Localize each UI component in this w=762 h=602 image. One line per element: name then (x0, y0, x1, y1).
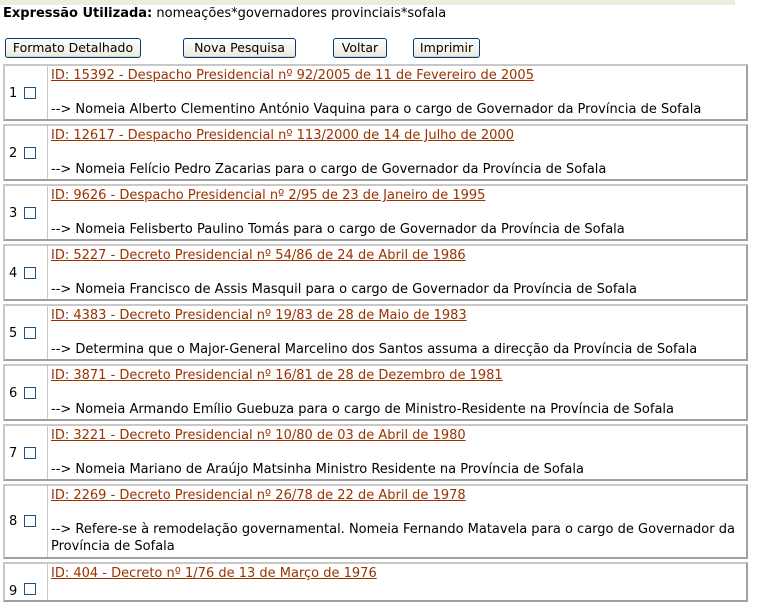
result-number: 6 (9, 386, 18, 401)
result-title-link[interactable]: ID: 2269 - Decreto Presidencial nº 26/78… (51, 488, 466, 503)
result-title-link[interactable]: ID: 12617 - Despacho Presidencial nº 113… (51, 128, 514, 143)
result-content: ID: 12617 - Despacho Presidencial nº 113… (47, 126, 746, 179)
top-bar (0, 0, 735, 5)
result-checkbox[interactable] (24, 447, 36, 459)
search-expression-label: Expressão Utilizada: (3, 6, 153, 21)
result-title-link[interactable]: ID: 404 - Decreto nº 1/76 de 13 de Março… (51, 566, 377, 581)
result-checkbox[interactable] (24, 267, 36, 279)
result-title-link[interactable]: ID: 3221 - Decreto Presidencial nº 10/80… (51, 428, 466, 443)
result-row: 3 ID: 9626 - Despacho Presidencial nº 2/… (3, 184, 748, 241)
result-description: --> Nomeia Mariano de Araújo Matsinha Mi… (51, 462, 584, 477)
result-number: 9 (9, 584, 18, 599)
result-description: --> Refere-se à remodelação governamenta… (51, 522, 735, 554)
back-button[interactable]: Voltar (333, 38, 387, 58)
result-row: 7 ID: 3221 - Decreto Presidencial nº 10/… (3, 424, 748, 481)
result-row: 9 ID: 404 - Decreto nº 1/76 de 13 de Mar… (3, 562, 748, 602)
result-checkbox[interactable] (24, 387, 36, 399)
result-number: 8 (9, 514, 18, 529)
result-content: ID: 5227 - Decreto Presidencial nº 54/86… (47, 246, 746, 299)
detailed-format-button[interactable]: Formato Detalhado (5, 38, 141, 58)
search-expression: Expressão Utilizada: nomeações*governado… (3, 6, 446, 21)
result-description: --> Nomeia Alberto Clementino António Va… (51, 102, 702, 117)
result-row: 2 ID: 12617 - Despacho Presidencial nº 1… (3, 124, 748, 181)
result-checkbox[interactable] (24, 87, 36, 99)
result-content: ID: 15392 - Despacho Presidencial nº 92/… (47, 66, 746, 119)
print-button[interactable]: Imprimir (413, 38, 480, 58)
result-title-link[interactable]: ID: 15392 - Despacho Presidencial nº 92/… (51, 68, 534, 83)
result-checkbox[interactable] (24, 327, 36, 339)
result-content: ID: 4383 - Decreto Presidencial nº 19/83… (47, 306, 746, 359)
result-number: 4 (9, 266, 18, 281)
result-number: 5 (9, 326, 18, 341)
search-expression-value: nomeações*governadores provinciais*sofal… (156, 6, 447, 21)
result-row: 5 ID: 4383 - Decreto Presidencial nº 19/… (3, 304, 748, 361)
result-row: 8 ID: 2269 - Decreto Presidencial nº 26/… (3, 484, 748, 559)
result-content: ID: 3871 - Decreto Presidencial nº 16/81… (47, 366, 746, 419)
result-title-link[interactable]: ID: 5227 - Decreto Presidencial nº 54/86… (51, 248, 466, 263)
result-row: 6 ID: 3871 - Decreto Presidencial nº 16/… (3, 364, 748, 421)
result-number: 7 (9, 446, 18, 461)
result-row: 1 ID: 15392 - Despacho Presidencial nº 9… (3, 64, 748, 121)
result-content: ID: 2269 - Decreto Presidencial nº 26/78… (47, 486, 746, 557)
result-content: ID: 404 - Decreto nº 1/76 de 13 de Março… (47, 564, 746, 600)
result-description: --> Nomeia Felisberto Paulino Tomás para… (51, 222, 625, 237)
result-checkbox[interactable] (24, 515, 36, 527)
result-content: ID: 9626 - Despacho Presidencial nº 2/95… (47, 186, 746, 239)
result-number: 3 (9, 206, 18, 221)
result-checkbox[interactable] (24, 147, 36, 159)
result-row: 4 ID: 5227 - Decreto Presidencial nº 54/… (3, 244, 748, 301)
result-title-link[interactable]: ID: 9626 - Despacho Presidencial nº 2/95… (51, 188, 485, 203)
result-title-link[interactable]: ID: 3871 - Decreto Presidencial nº 16/81… (51, 368, 503, 383)
result-description: --> Nomeia Francisco de Assis Masquil pa… (51, 282, 637, 297)
result-number: 1 (9, 86, 18, 101)
result-title-link[interactable]: ID: 4383 - Decreto Presidencial nº 19/83… (51, 308, 467, 323)
result-checkbox[interactable] (24, 207, 36, 219)
result-description: --> Determina que o Major-General Marcel… (51, 342, 698, 357)
result-content: ID: 3221 - Decreto Presidencial nº 10/80… (47, 426, 746, 479)
result-number: 2 (9, 146, 18, 161)
new-search-button[interactable]: Nova Pesquisa (183, 38, 296, 58)
result-description: --> Nomeia Armando Emílio Guebuza para o… (51, 402, 675, 417)
result-description: --> Nomeia Felício Pedro Zacarias para o… (51, 162, 607, 177)
